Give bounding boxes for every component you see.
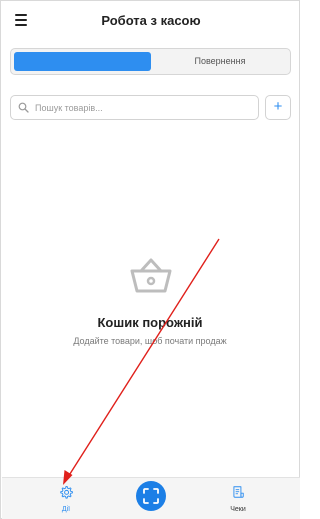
search-box	[10, 95, 259, 120]
nav-receipts-label: Чеки	[230, 506, 246, 513]
header: Робота з касою	[1, 1, 301, 41]
basket-icon	[130, 258, 172, 293]
scan-button[interactable]	[136, 481, 166, 511]
nav-item-actions[interactable]: Дії	[46, 485, 86, 513]
nav-item-receipts[interactable]: Чеки	[218, 485, 258, 513]
search-icon	[18, 102, 29, 113]
receipt-icon	[233, 486, 244, 498]
empty-cart-subtitle: Додайте товари, щоб почати продаж	[73, 336, 227, 346]
gear-icon	[60, 485, 73, 499]
nav-actions-label: Дії	[61, 506, 71, 513]
empty-cart-title: Кошик порожній	[97, 315, 203, 330]
segmented-control: Повернення	[10, 48, 291, 75]
search-input[interactable]	[35, 99, 250, 116]
page-title: Робота з касою	[101, 13, 201, 28]
scan-icon	[143, 488, 159, 504]
add-product-button[interactable]: +	[265, 95, 291, 120]
tab-sale[interactable]	[14, 52, 151, 71]
tab-returns[interactable]: Повернення	[152, 52, 288, 71]
app-screen: Робота з касою Повернення + Кошик порожн…	[0, 0, 300, 519]
